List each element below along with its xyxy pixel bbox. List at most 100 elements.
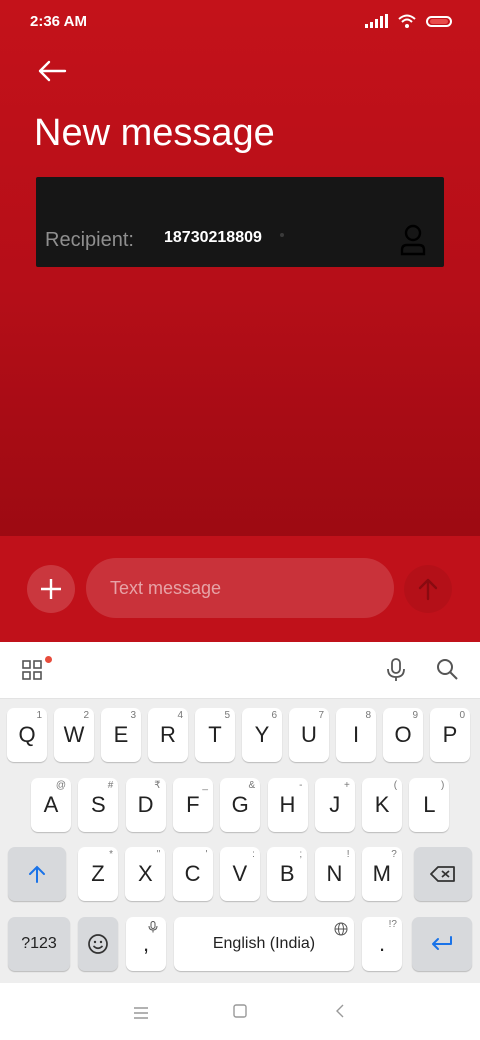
key-hint: "	[156, 849, 161, 860]
key-label: R	[160, 722, 176, 747]
key-c[interactable]: C '	[172, 847, 213, 901]
key-d[interactable]: D ₹	[125, 778, 166, 832]
key-hint: 8	[365, 710, 371, 721]
status-icons	[365, 14, 452, 28]
key-p[interactable]: P0	[430, 708, 470, 762]
key-n[interactable]: N!	[314, 847, 355, 901]
message-input[interactable]	[86, 558, 394, 618]
space-key[interactable]: English (India)	[174, 917, 354, 971]
key-o[interactable]: O9	[383, 708, 423, 762]
key-label: N	[326, 861, 343, 886]
shift-key[interactable]	[8, 847, 66, 901]
menu-icon	[134, 1007, 148, 1019]
menu-button[interactable]	[133, 1006, 149, 1024]
key-hint: _	[202, 780, 208, 791]
key-hint: '	[205, 849, 208, 860]
key-w[interactable]: W2	[54, 708, 94, 762]
key-i[interactable]: I8	[336, 708, 376, 762]
symbols-key[interactable]: ?123	[8, 917, 70, 971]
key-label: Y	[254, 722, 270, 747]
home-button[interactable]	[233, 1004, 247, 1023]
key-hint: -	[299, 780, 303, 791]
key-hint: 7	[318, 710, 324, 721]
key-f[interactable]: F _	[172, 778, 213, 832]
key-t[interactable]: T5	[195, 708, 235, 762]
key-b[interactable]: B;	[267, 847, 308, 901]
period-key[interactable]: . !?	[362, 917, 402, 971]
key-label: W	[63, 722, 85, 747]
key-hint: 9	[412, 710, 418, 721]
key-label: C	[184, 861, 201, 886]
key-label: H	[279, 792, 296, 817]
key-label: K	[374, 792, 390, 817]
key-z[interactable]: Z *	[78, 847, 118, 901]
attach-button[interactable]	[27, 565, 75, 613]
backspace-key[interactable]	[414, 847, 472, 901]
key-hint: 1	[36, 710, 42, 721]
keyboard-search-button[interactable]	[436, 658, 458, 685]
status-bar: 2:36 AM	[0, 0, 480, 42]
key-r[interactable]: R4	[148, 708, 188, 762]
key-hint: @	[55, 780, 66, 791]
key-label: S	[90, 792, 106, 817]
notification-dot	[45, 656, 52, 663]
period-hint: !?	[388, 919, 397, 930]
key-e[interactable]: E3	[101, 708, 141, 762]
key-a[interactable]: A @	[31, 778, 71, 832]
nav-back-button[interactable]	[335, 1003, 345, 1024]
enter-icon	[432, 936, 452, 950]
key-hint: ?	[391, 849, 397, 860]
enter-key[interactable]	[412, 917, 472, 971]
key-x[interactable]: X "	[125, 847, 166, 901]
key-hint: :	[252, 849, 255, 860]
key-j[interactable]: J +	[314, 778, 355, 832]
key-label: X	[137, 861, 153, 886]
key-hint: 3	[130, 710, 136, 721]
mic-hint-icon	[148, 921, 158, 933]
key-hint: (	[393, 780, 398, 791]
key-label: A	[43, 792, 59, 817]
key-hint: 5	[224, 710, 230, 721]
key-m[interactable]: M?	[361, 847, 402, 901]
key-v[interactable]: V:	[219, 847, 260, 901]
key-hint: &	[248, 780, 256, 791]
key-label: F	[186, 792, 200, 817]
recipient-value[interactable]: 18730218809	[164, 229, 262, 247]
key-label: T	[208, 722, 222, 747]
key-l[interactable]: L)	[409, 778, 450, 832]
key-label: B	[279, 861, 295, 886]
battery-icon	[426, 15, 452, 27]
key-label: E	[113, 722, 129, 747]
key-s[interactable]: S #	[78, 778, 119, 832]
space-label: English (India)	[212, 935, 316, 952]
page-title: New message	[34, 112, 275, 154]
key-k[interactable]: K(	[362, 778, 403, 832]
send-button[interactable]	[404, 565, 452, 613]
contact-icon	[400, 224, 426, 256]
key-q[interactable]: Q1	[7, 708, 47, 762]
navigation-bar	[0, 983, 480, 1040]
voice-input-button[interactable]	[386, 658, 406, 687]
key-label: Z	[91, 861, 105, 886]
key-hint: !	[346, 849, 350, 860]
apps-grid-button[interactable]	[22, 660, 42, 685]
key-u[interactable]: U7	[289, 708, 329, 762]
key-y[interactable]: Y6	[242, 708, 282, 762]
back-button[interactable]	[34, 56, 70, 86]
key-g[interactable]: G &	[220, 778, 261, 832]
key-hint: 0	[459, 710, 465, 721]
key-hint: 2	[83, 710, 89, 721]
recipient-field[interactable]: Recipient: 18730218809	[36, 177, 444, 267]
send-arrow-icon	[418, 578, 438, 601]
key-h[interactable]: H-	[267, 778, 308, 832]
key-hint: #	[107, 780, 114, 791]
key-hint: 4	[177, 710, 183, 721]
key-label: D	[137, 792, 154, 817]
keyboard: Q1W2E3R4T5Y6U7I8O9P0 A @ S # D ₹ F _ G & H - J + K(L) …	[0, 699, 480, 983]
key-label: I	[352, 722, 360, 747]
emoji-key[interactable]	[78, 917, 118, 971]
key-label: Q	[18, 722, 36, 747]
add-contact-button[interactable]	[398, 223, 428, 257]
comma-key[interactable]: ,	[126, 917, 166, 971]
key-hint: +	[343, 780, 350, 791]
